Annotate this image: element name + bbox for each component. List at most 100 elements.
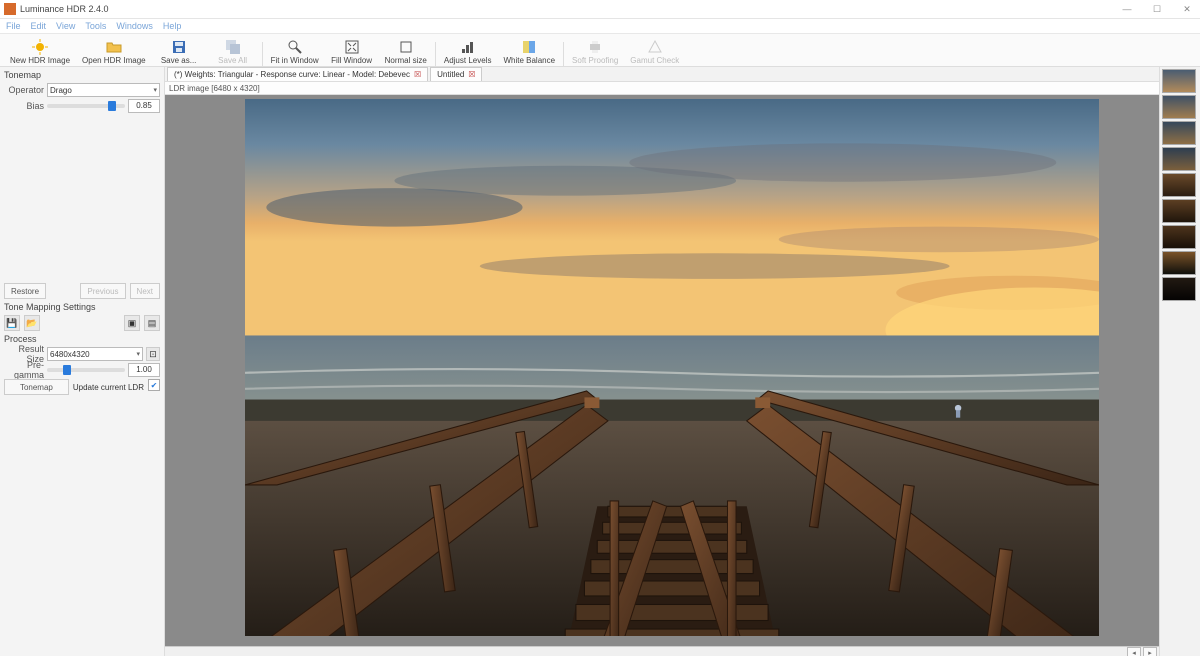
pregamma-input[interactable]: 1.00 bbox=[128, 363, 160, 377]
export-settings-icon[interactable]: ▣ bbox=[124, 315, 140, 331]
document-area: (*) Weights: Triangular - Response curve… bbox=[165, 67, 1159, 656]
one-to-one-icon bbox=[398, 39, 414, 55]
chevron-down-icon: ▾ bbox=[136, 350, 140, 358]
close-tab-icon[interactable]: ☒ bbox=[468, 70, 475, 79]
import-settings-icon[interactable]: ▤ bbox=[144, 315, 160, 331]
lock-icon: ⊡ bbox=[149, 349, 157, 360]
tm-settings-row: 💾 📂 ▣ ▤ bbox=[4, 315, 160, 331]
result-size-value: 6480x4320 bbox=[50, 350, 90, 359]
next-button[interactable]: Next bbox=[130, 283, 160, 299]
restore-button[interactable]: Restore bbox=[4, 283, 46, 299]
disk-multi-icon bbox=[225, 39, 241, 55]
restore-row: Restore Previous Next bbox=[4, 283, 160, 299]
image-canvas[interactable] bbox=[165, 95, 1159, 646]
pregamma-slider[interactable] bbox=[47, 368, 125, 372]
horizontal-scrollbar[interactable]: ◂ ▸ bbox=[165, 646, 1159, 656]
load-settings-icon[interactable]: 📂 bbox=[24, 315, 40, 331]
bias-input[interactable]: 0.85 bbox=[128, 99, 160, 113]
toolbar-separator bbox=[563, 42, 564, 66]
new-hdr-button[interactable]: New HDR Image bbox=[4, 38, 76, 66]
left-panel: Tonemap Operator Drago ▾ Bias 0.85 Resto… bbox=[0, 67, 165, 656]
update-ldr-label: Update current LDR bbox=[73, 383, 144, 392]
gamut-check-button[interactable]: Gamut Check bbox=[624, 38, 685, 66]
window-controls: — ☐ ✕ bbox=[1118, 4, 1196, 15]
toolbar-separator bbox=[262, 42, 263, 66]
disk-icon bbox=[171, 39, 187, 55]
menubar: File Edit View Tools Windows Help bbox=[0, 19, 1200, 34]
fill-window-label: Fill Window bbox=[331, 56, 372, 65]
operator-row: Operator Drago ▾ bbox=[4, 83, 160, 97]
pregamma-row: Pre-gamma 1.00 bbox=[4, 363, 160, 377]
tonemap-button[interactable]: Tonemap bbox=[4, 379, 69, 395]
save-settings-icon[interactable]: 💾 bbox=[4, 315, 20, 331]
app-icon bbox=[4, 3, 16, 15]
fit-window-label: Fit in Window bbox=[271, 56, 319, 65]
bias-label: Bias bbox=[4, 101, 44, 111]
menu-view[interactable]: View bbox=[56, 21, 75, 31]
scroll-left-icon[interactable]: ◂ bbox=[1127, 647, 1141, 656]
minimize-button[interactable]: — bbox=[1118, 4, 1136, 15]
soft-proofing-label: Soft Proofing bbox=[572, 56, 618, 65]
previous-button[interactable]: Previous bbox=[80, 283, 125, 299]
operator-dropdown[interactable]: Drago ▾ bbox=[47, 83, 160, 97]
ldr-info: LDR image [6480 x 4320] bbox=[169, 84, 260, 93]
exposure-thumbnail[interactable] bbox=[1162, 277, 1196, 301]
adjust-levels-button[interactable]: Adjust Levels bbox=[438, 38, 498, 66]
exposure-thumbnail[interactable] bbox=[1162, 199, 1196, 223]
exposure-thumbnail[interactable] bbox=[1162, 251, 1196, 275]
exposure-thumbnail[interactable] bbox=[1162, 95, 1196, 119]
exposure-thumbnail[interactable] bbox=[1162, 147, 1196, 171]
printer-icon bbox=[587, 39, 603, 55]
menu-windows[interactable]: Windows bbox=[116, 21, 153, 31]
tonemap-title: Tonemap bbox=[4, 69, 160, 81]
bias-row: Bias 0.85 bbox=[4, 99, 160, 113]
menu-tools[interactable]: Tools bbox=[85, 21, 106, 31]
result-size-dropdown[interactable]: 6480x4320 ▾ bbox=[47, 347, 143, 361]
exposure-thumbnail[interactable] bbox=[1162, 225, 1196, 249]
toolbar-separator bbox=[435, 42, 436, 66]
white-balance-icon bbox=[521, 39, 537, 55]
adjust-levels-label: Adjust Levels bbox=[444, 56, 492, 65]
thumbnail-strip bbox=[1159, 67, 1200, 656]
exposure-thumbnail[interactable] bbox=[1162, 121, 1196, 145]
tm-settings-title: Tone Mapping Settings bbox=[4, 301, 160, 313]
close-button[interactable]: ✕ bbox=[1178, 4, 1196, 15]
maximize-button[interactable]: ☐ bbox=[1148, 4, 1166, 15]
document-tab-hdr[interactable]: (*) Weights: Triangular - Response curve… bbox=[167, 67, 428, 81]
result-size-row: Result Size 6480x4320 ▾ ⊡ bbox=[4, 347, 160, 361]
exposure-thumbnail[interactable] bbox=[1162, 69, 1196, 93]
tab-label: Untitled bbox=[437, 70, 464, 79]
save-as-button[interactable]: Save as... bbox=[152, 38, 206, 66]
bias-slider[interactable] bbox=[47, 104, 125, 108]
normal-size-button[interactable]: Normal size bbox=[379, 38, 433, 66]
scroll-right-icon[interactable]: ▸ bbox=[1143, 647, 1157, 656]
close-tab-icon[interactable]: ☒ bbox=[414, 70, 421, 79]
lock-size-button[interactable]: ⊡ bbox=[146, 347, 160, 361]
new-hdr-label: New HDR Image bbox=[10, 56, 70, 65]
fill-window-button[interactable]: Fill Window bbox=[325, 38, 379, 66]
tab-label: (*) Weights: Triangular - Response curve… bbox=[174, 70, 410, 79]
menu-help[interactable]: Help bbox=[163, 21, 182, 31]
operator-label: Operator bbox=[4, 85, 44, 95]
soft-proofing-button[interactable]: Soft Proofing bbox=[566, 38, 624, 66]
operator-value: Drago bbox=[50, 86, 72, 95]
white-balance-button[interactable]: White Balance bbox=[497, 38, 561, 66]
gamut-check-label: Gamut Check bbox=[630, 56, 679, 65]
main-content: Tonemap Operator Drago ▾ Bias 0.85 Resto… bbox=[0, 67, 1200, 656]
save-all-button[interactable]: Save All bbox=[206, 38, 260, 66]
document-tabs: (*) Weights: Triangular - Response curve… bbox=[165, 67, 1159, 82]
document-tab-untitled[interactable]: Untitled ☒ bbox=[430, 67, 482, 81]
pregamma-label: Pre-gamma bbox=[4, 360, 44, 380]
folder-open-icon bbox=[106, 39, 122, 55]
save-all-label: Save All bbox=[218, 56, 247, 65]
chevron-down-icon: ▾ bbox=[153, 86, 157, 94]
image-info-bar: LDR image [6480 x 4320] bbox=[165, 82, 1159, 95]
menu-file[interactable]: File bbox=[6, 21, 21, 31]
open-hdr-button[interactable]: Open HDR Image bbox=[76, 38, 152, 66]
exposure-thumbnail[interactable] bbox=[1162, 173, 1196, 197]
fit-window-button[interactable]: Fit in Window bbox=[265, 38, 325, 66]
update-ldr-checkbox[interactable]: ✔ bbox=[148, 379, 160, 391]
white-balance-label: White Balance bbox=[503, 56, 555, 65]
gamut-icon bbox=[647, 39, 663, 55]
menu-edit[interactable]: Edit bbox=[31, 21, 47, 31]
